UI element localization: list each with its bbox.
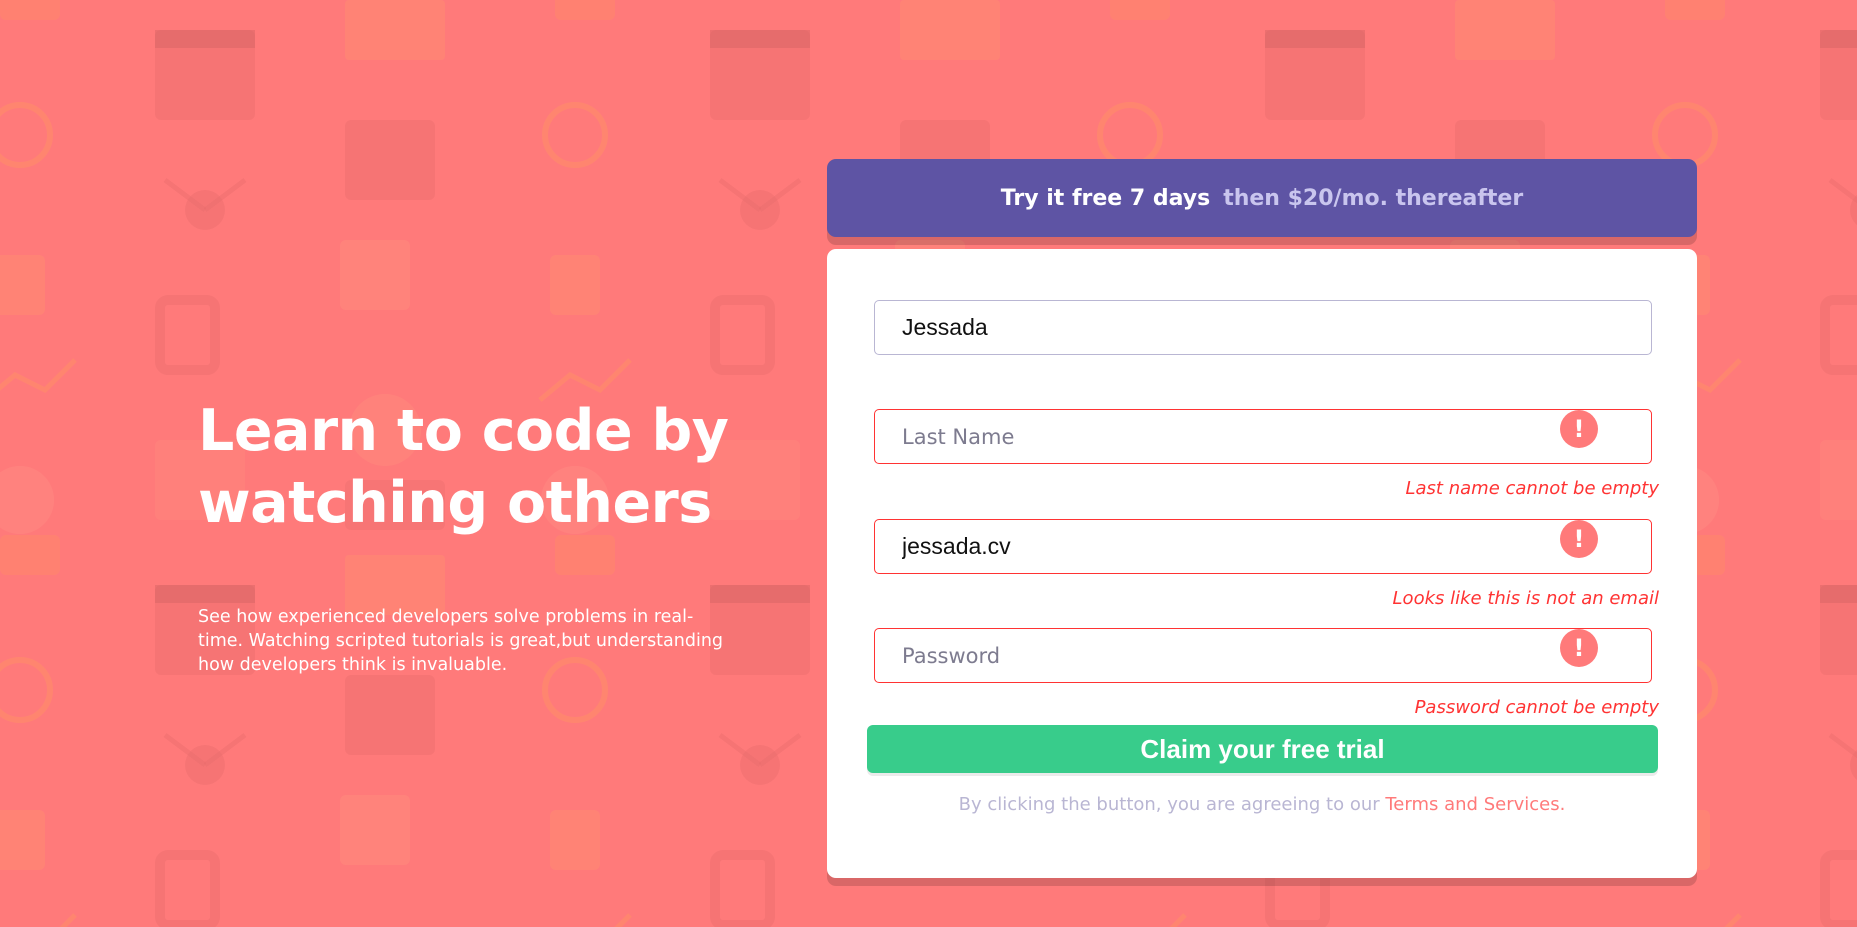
last-name-error: Last name cannot be empty [1405, 478, 1660, 499]
first-name-field [874, 300, 1652, 355]
signup-form: ! Last name cannot be empty ! Looks like… [827, 249, 1697, 878]
hero-title: Learn to code by watching others [198, 398, 729, 536]
hero-description: See how experienced developers solve pro… [198, 607, 724, 675]
password-input[interactable] [875, 629, 1651, 682]
claim-trial-button[interactable]: Claim your free trial [867, 725, 1658, 773]
error-icon: ! [1560, 629, 1598, 667]
last-name-input[interactable] [875, 410, 1651, 463]
terms-suffix: . [1559, 794, 1566, 815]
first-name-input[interactable] [875, 301, 1651, 354]
password-field: ! [874, 628, 1652, 683]
hero-section: Learn to code by watching others See how… [198, 395, 738, 675]
email-field: ! [874, 519, 1652, 574]
last-name-field: ! [874, 409, 1652, 464]
terms-link[interactable]: Terms and Services [1385, 794, 1559, 815]
promo-light-text: then $20/mo. thereafter [1223, 185, 1524, 211]
error-icon: ! [1560, 410, 1598, 448]
terms-notice: By clicking the button, you are agreeing… [827, 794, 1697, 815]
terms-prefix: By clicking the button, you are agreeing… [958, 794, 1386, 815]
promo-bold-text: Try it free 7 days [1000, 185, 1211, 211]
promo-banner: Try it free 7 days then $20/mo. thereaft… [827, 159, 1697, 237]
email-input[interactable] [875, 520, 1651, 573]
email-error: Looks like this is not an email [1392, 588, 1659, 609]
password-error: Password cannot be empty [1414, 697, 1659, 718]
error-icon: ! [1560, 520, 1598, 558]
